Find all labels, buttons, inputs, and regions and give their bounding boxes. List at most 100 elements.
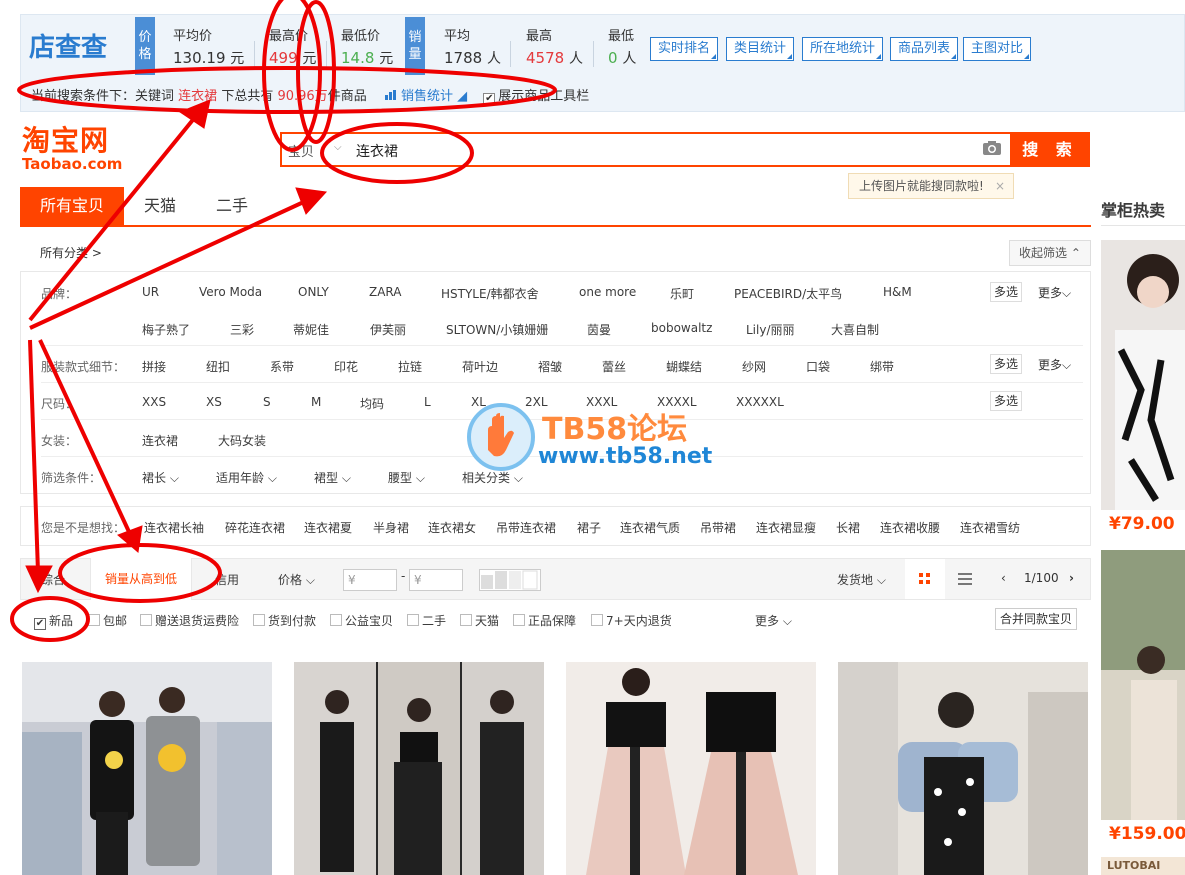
price-max-input[interactable]: ¥ (409, 569, 463, 591)
condition-dropdown[interactable]: 裙型 ⌵ (314, 469, 351, 486)
brand-option[interactable]: ZARA (369, 285, 402, 299)
product-list-button[interactable]: 商品列表 (890, 37, 959, 61)
camera-icon[interactable] (982, 140, 1002, 156)
brand-option[interactable]: UR (142, 285, 159, 299)
all-categories-link[interactable]: 所有分类 > (40, 244, 102, 261)
brand-option[interactable]: 三彩 (230, 321, 254, 338)
tab-all[interactable]: 所有宝贝 (20, 187, 124, 225)
location-stats-button[interactable]: 所在地统计 (802, 37, 884, 61)
brand-option[interactable]: 乐町 (670, 285, 694, 302)
style-option[interactable]: 纽扣 (206, 358, 230, 375)
price-min-input[interactable]: ¥ (343, 569, 397, 591)
style-option[interactable]: 蕾丝 (602, 358, 626, 375)
brand-option[interactable]: ONLY (298, 285, 329, 299)
multi-select-button[interactable]: 多选 (990, 391, 1022, 411)
more-button[interactable]: 更多⌵ (1038, 356, 1071, 373)
related-link[interactable]: 裙子 (577, 519, 601, 536)
size-option[interactable]: M (311, 395, 321, 409)
brand-option[interactable]: 伊芙丽 (370, 321, 406, 338)
related-link[interactable]: 长裙 (836, 519, 860, 536)
brand-option[interactable]: Lily/丽丽 (746, 321, 795, 338)
filter-secondhand[interactable]: 二手 (407, 612, 446, 629)
style-option[interactable]: 褶皱 (538, 358, 562, 375)
related-link[interactable]: 半身裙 (373, 519, 409, 536)
filter-return-insurance[interactable]: 赠送退货运费险 (140, 612, 239, 629)
style-option[interactable]: 纱网 (742, 358, 766, 375)
style-option[interactable]: 拼接 (142, 358, 166, 375)
more-filters-button[interactable]: 更多 ⌵ (755, 612, 792, 629)
tab-tmall[interactable]: 天猫 (130, 187, 190, 225)
style-option[interactable]: 蝴蝶结 (666, 358, 702, 375)
size-option[interactable]: 均码 (360, 395, 384, 412)
brand-option[interactable]: 梅子熟了 (142, 321, 190, 338)
brand-option[interactable]: bobowaltz (651, 321, 712, 335)
style-option[interactable]: 印花 (334, 358, 358, 375)
size-option[interactable]: XXXXXL (736, 395, 784, 409)
related-link[interactable]: 连衣裙收腰 (880, 519, 940, 536)
sales-stats-link[interactable]: 销售统计 ◢ (384, 89, 471, 104)
related-link[interactable]: 吊带裙 (700, 519, 736, 536)
sort-sales-desc[interactable]: 销量从高到低 (90, 558, 192, 600)
related-link[interactable]: 连衣裙长袖 (144, 519, 204, 536)
search-input[interactable]: 连衣裙 (356, 141, 398, 161)
style-option[interactable]: 口袋 (806, 358, 830, 375)
filter-7day-return[interactable]: 7+天内退货 (591, 612, 672, 629)
side-product[interactable] (1101, 550, 1185, 820)
product-card[interactable] (566, 662, 816, 875)
side-product-banner[interactable]: LUTOBAI (1101, 857, 1185, 875)
filter-free-shipping[interactable]: 包邮 (88, 612, 127, 629)
brand-option[interactable]: 大喜自制 (831, 321, 879, 338)
list-icon[interactable] (957, 572, 973, 586)
size-option[interactable]: L (424, 395, 431, 409)
price-range-icon[interactable] (479, 569, 541, 591)
search-box[interactable]: 宝贝 ⌵ 连衣裙 搜 索 (280, 132, 1090, 167)
brand-option[interactable]: Vero Moda (199, 285, 262, 299)
show-toolbar-toggle[interactable]: ✔ 展示商品工具栏 (483, 89, 589, 105)
search-button[interactable]: 搜 索 (1010, 132, 1090, 167)
search-category-select[interactable]: 宝贝 (288, 141, 314, 160)
product-card[interactable] (838, 662, 1088, 875)
filter-genuine[interactable]: 正品保障 (513, 612, 576, 629)
brand-option[interactable]: 蒂妮佳 (293, 321, 329, 338)
taobao-logo[interactable]: 淘宝网 Taobao.com (22, 126, 132, 173)
size-option[interactable]: XXS (142, 395, 166, 409)
more-button[interactable]: 更多⌵ (1038, 284, 1071, 301)
filter-new[interactable]: ✔ 新品 (34, 612, 73, 630)
brand-option[interactable]: 茵曼 (587, 321, 611, 338)
sort-credit[interactable]: 信用 (215, 571, 239, 588)
collapse-filter-button[interactable]: 收起筛选 ⌃ (1009, 240, 1091, 266)
condition-dropdown[interactable]: 腰型 ⌵ (388, 469, 425, 486)
brand-option[interactable]: HSTYLE/韩都衣舍 (441, 285, 539, 302)
style-option[interactable]: 拉链 (398, 358, 422, 375)
sort-price[interactable]: 价格 ⌵ (278, 571, 315, 588)
related-link[interactable]: 吊带连衣裙 (496, 519, 556, 536)
filter-charity[interactable]: 公益宝贝 (330, 612, 393, 629)
prev-page-icon[interactable]: ‹ (1001, 571, 1006, 585)
brand-option[interactable]: one more (579, 285, 636, 299)
category-option[interactable]: 连衣裙 (142, 432, 178, 449)
ship-from-dropdown[interactable]: 发货地 ⌵ (837, 571, 886, 588)
sort-default[interactable]: 综合 (41, 571, 65, 588)
category-stats-button[interactable]: 类目统计 (726, 37, 795, 61)
product-card[interactable] (294, 662, 544, 875)
related-link[interactable]: 连衣裙夏 (304, 519, 352, 536)
merge-same-button[interactable]: 合并同款宝贝 (994, 608, 1077, 630)
style-option[interactable]: 荷叶边 (462, 358, 498, 375)
condition-dropdown[interactable]: 裙长 ⌵ (142, 469, 179, 486)
next-page-icon[interactable]: › (1069, 571, 1074, 585)
brand-option[interactable]: H&M (883, 285, 912, 299)
grid-view-button[interactable] (905, 559, 945, 599)
brand-option[interactable]: SLTOWN/小镇姗姗 (446, 321, 548, 338)
category-option[interactable]: 大码女装 (218, 432, 266, 449)
related-link[interactable]: 碎花连衣裙 (225, 519, 285, 536)
filter-cod[interactable]: 货到付款 (253, 612, 316, 629)
related-link[interactable]: 连衣裙雪纺 (960, 519, 1020, 536)
realtime-rank-button[interactable]: 实时排名 (650, 37, 719, 61)
related-link[interactable]: 连衣裙女 (428, 519, 476, 536)
multi-select-button[interactable]: 多选 (990, 282, 1022, 302)
image-compare-button[interactable]: 主图对比 (963, 37, 1032, 61)
style-option[interactable]: 绑带 (870, 358, 894, 375)
condition-dropdown[interactable]: 适用年龄 ⌵ (216, 469, 277, 486)
filter-tmall[interactable]: 天猫 (460, 612, 499, 629)
style-option[interactable]: 系带 (270, 358, 294, 375)
